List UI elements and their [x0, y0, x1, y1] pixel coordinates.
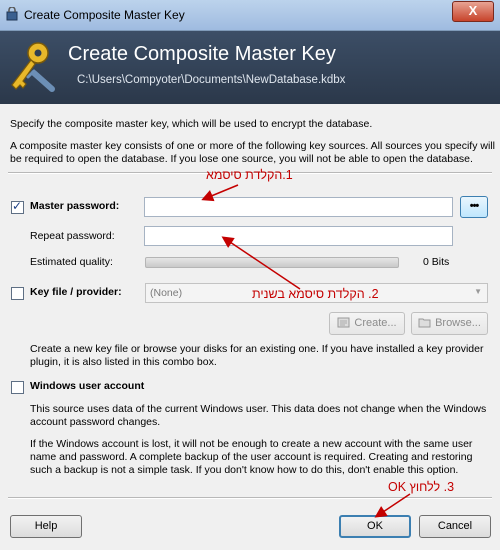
arrow-to-ok-button: [374, 493, 411, 518]
arrow-to-repeat-password: [221, 236, 301, 290]
arrow-to-master-password: [201, 184, 239, 202]
annotation-arrows: [201, 184, 411, 518]
